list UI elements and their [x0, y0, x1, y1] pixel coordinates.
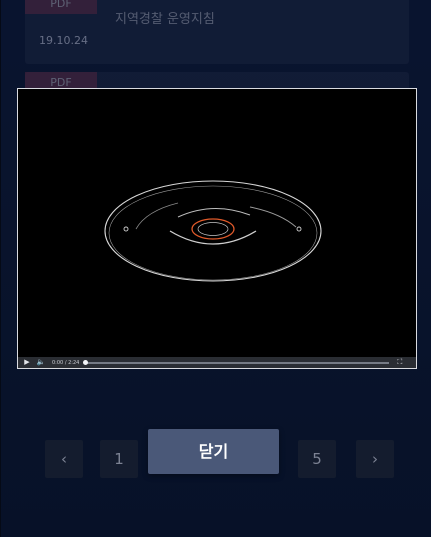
play-icon[interactable]: ▶	[22, 358, 32, 367]
pagination-prev-button[interactable]: ‹	[45, 440, 83, 478]
time-separator: /	[64, 359, 67, 366]
chevron-left-icon: ‹	[61, 450, 67, 468]
video-player[interactable]: ▶ 🔈 0:00 / 2:24 ⛶	[17, 88, 417, 369]
volume-icon[interactable]: 🔈	[36, 358, 46, 367]
chevron-right-icon: ›	[372, 450, 378, 468]
pagination-page-1[interactable]: 1	[100, 440, 138, 478]
duration: 2:24	[68, 359, 80, 366]
page-background: PDF 지역경찰 운영지침 19.10.24 PDF ▶ 🔈 0:00 / 2:…	[0, 0, 431, 537]
current-time: 0:00	[52, 359, 64, 366]
close-button[interactable]: 닫기	[148, 429, 279, 474]
video-frame[interactable]	[18, 89, 416, 357]
seek-bar[interactable]	[83, 359, 390, 365]
pagination-page-5[interactable]: 5	[298, 440, 336, 478]
fullscreen-icon[interactable]: ⛶	[397, 358, 402, 367]
time-display: 0:00 / 2:24	[52, 360, 79, 366]
page-edge	[0, 0, 1, 537]
pagination-next-button[interactable]: ›	[356, 440, 394, 478]
video-controls: ▶ 🔈 0:00 / 2:24 ⛶	[18, 357, 416, 368]
seek-handle[interactable]	[83, 359, 89, 365]
